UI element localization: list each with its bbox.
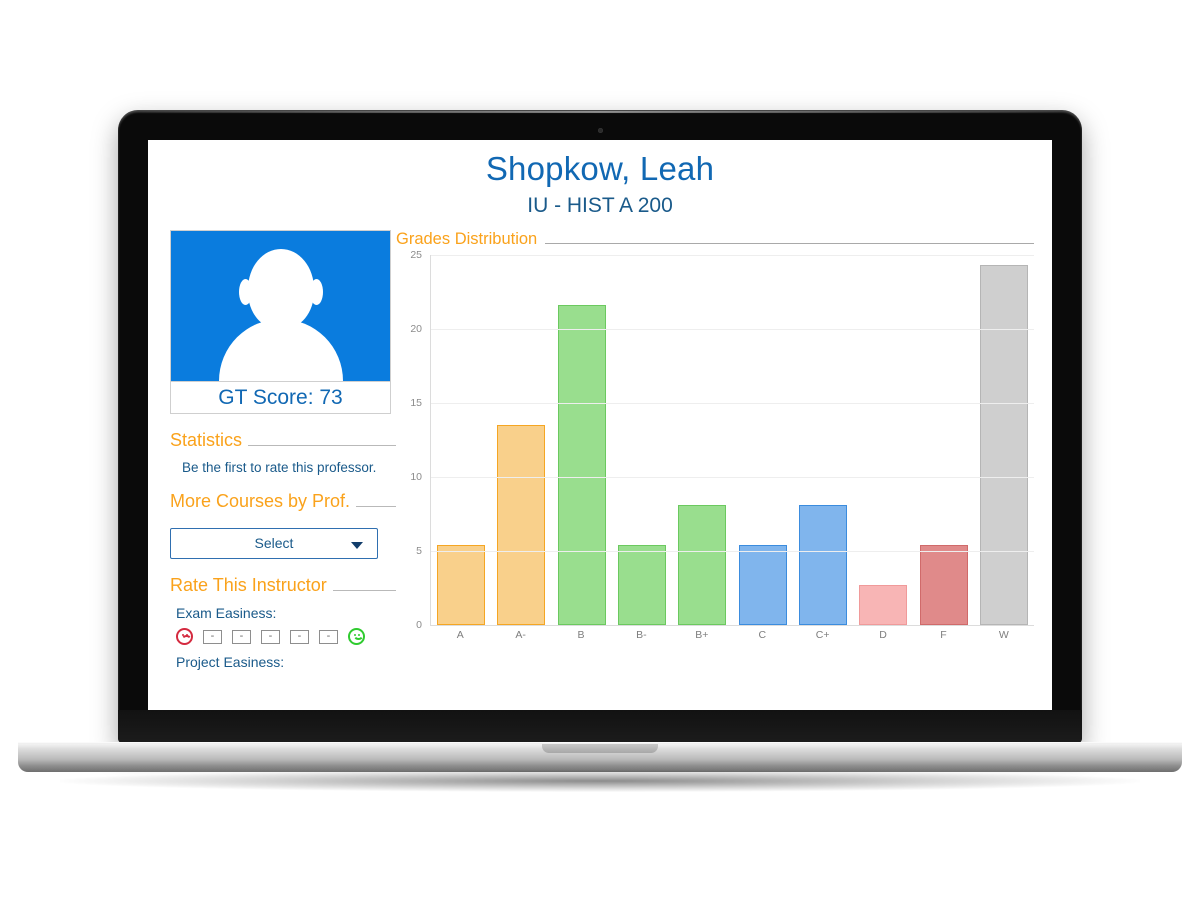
y-axis: 0 5 10 15 20 25	[398, 249, 428, 631]
bar-A[interactable]	[437, 545, 486, 625]
more-courses-section-header: More Courses by Prof.	[170, 491, 396, 512]
y-tick-label: 25	[410, 249, 422, 261]
y-tick-label: 15	[410, 397, 422, 409]
silhouette-body	[218, 319, 343, 381]
rate-heading: Rate This Instructor	[170, 575, 327, 595]
bar-B+[interactable]	[678, 505, 727, 625]
x-tick-label: W	[998, 629, 1009, 641]
backdrop-left	[0, 105, 120, 745]
gridline	[431, 255, 1034, 256]
laptop-screen: Shopkow, Leah IU - HIST A 200 GT Score: …	[148, 140, 1052, 710]
bar-W[interactable]	[979, 265, 1028, 625]
chart-section-header: Grades Distribution	[396, 230, 1034, 249]
chart-heading: Grades Distribution	[396, 230, 538, 248]
bar-series	[431, 255, 1034, 625]
laptop-base-notch	[542, 744, 658, 753]
bar-slot	[612, 255, 672, 625]
x-tick-label: C+	[815, 629, 830, 641]
heading-rule	[356, 505, 396, 507]
rating-tick-1[interactable]: -	[203, 629, 222, 644]
x-tick-label: B+	[695, 629, 709, 641]
frowning-face-icon[interactable]	[176, 628, 193, 645]
x-tick-label: C	[758, 629, 767, 641]
x-tick-label: D	[879, 629, 887, 641]
bar-slot	[732, 255, 792, 625]
y-tick-label: 5	[416, 545, 422, 557]
heading-rule	[545, 243, 1034, 244]
x-tick-label: F	[940, 629, 947, 641]
bar-slot	[974, 255, 1034, 625]
x-tick-label: B	[577, 629, 585, 641]
grades-bar-chart: 0 5 10 15 20 25 A A- B B- B+ C C+ D F W	[398, 249, 1034, 661]
bar-slot	[853, 255, 913, 625]
statistics-empty-text: Be the first to rate this professor.	[182, 460, 377, 475]
course-select-value: Select	[254, 535, 294, 551]
y-tick-label: 0	[416, 619, 422, 631]
y-tick-label: 20	[410, 323, 422, 335]
x-tick-label: B-	[636, 629, 647, 641]
silhouette-ear-right	[309, 279, 323, 305]
course-select[interactable]: Select	[170, 528, 378, 559]
webcam-icon	[597, 128, 603, 133]
bar-slot	[431, 255, 491, 625]
bar-slot	[552, 255, 612, 625]
silhouette-ear-left	[238, 279, 252, 305]
avatar	[171, 231, 390, 381]
bar-C[interactable]	[738, 545, 787, 625]
exam-easiness-label: Exam Easiness:	[176, 605, 277, 621]
sidebar: GT Score: 73 Statistics Be the first to …	[148, 230, 396, 670]
gridline	[431, 329, 1034, 330]
smiling-face-icon[interactable]	[348, 628, 365, 645]
exam-easiness-rating: - - - - -	[176, 628, 396, 645]
rate-section-header: Rate This Instructor	[170, 575, 396, 596]
rating-tick-4[interactable]: -	[290, 629, 309, 644]
person-silhouette-icon	[247, 249, 314, 329]
more-courses-heading: More Courses by Prof.	[170, 491, 351, 511]
gt-score-badge: GT Score: 73	[171, 381, 390, 413]
gridline	[431, 403, 1034, 404]
backdrop-right	[1080, 105, 1200, 745]
laptop-shadow	[60, 770, 1140, 792]
grades-distribution-panel: Grades Distribution 0 5 10 15 20 25 A A- B B- B+ C…	[396, 230, 1052, 670]
rating-tick-3[interactable]: -	[261, 629, 280, 644]
course-subtitle: IU - HIST A 200	[527, 194, 673, 217]
bar-slot	[793, 255, 853, 625]
content-area: GT Score: 73 Statistics Be the first to …	[148, 230, 1052, 670]
bar-A-[interactable]	[497, 425, 546, 625]
rating-tick-5[interactable]: -	[319, 629, 338, 644]
x-axis-labels: A A- B B- B+ C C+ D F W	[430, 629, 1034, 641]
professor-avatar-card: GT Score: 73	[170, 230, 391, 414]
heading-rule	[248, 444, 396, 446]
y-tick-label: 10	[410, 471, 422, 483]
statistics-heading: Statistics	[170, 430, 243, 450]
project-easiness-label: Project Easiness:	[176, 654, 285, 670]
bar-slot	[672, 255, 732, 625]
heading-rule	[332, 589, 396, 591]
gridline	[431, 477, 1034, 478]
page-title: Shopkow, Leah	[485, 150, 715, 187]
x-tick-label: A-	[515, 629, 526, 641]
chevron-down-icon	[351, 542, 363, 549]
statistics-section-header: Statistics	[170, 430, 396, 451]
bar-B-[interactable]	[618, 545, 667, 625]
gridline	[431, 551, 1034, 552]
x-tick-label: A	[456, 629, 464, 641]
rating-tick-2[interactable]: -	[232, 629, 251, 644]
bar-C+[interactable]	[798, 505, 847, 625]
plot-area	[430, 255, 1034, 626]
bar-F[interactable]	[919, 545, 968, 625]
bar-slot	[913, 255, 973, 625]
page-root: Shopkow, Leah IU - HIST A 200 GT Score: …	[148, 140, 1052, 710]
lid-chin	[118, 710, 1082, 744]
bar-B[interactable]	[557, 305, 606, 625]
more-courses-select-wrap: Select	[170, 528, 396, 559]
bar-slot	[491, 255, 551, 625]
laptop-lid: Shopkow, Leah IU - HIST A 200 GT Score: …	[118, 110, 1082, 744]
bar-D[interactable]	[859, 585, 908, 625]
laptop-mockup: Shopkow, Leah IU - HIST A 200 GT Score: …	[0, 0, 1200, 900]
